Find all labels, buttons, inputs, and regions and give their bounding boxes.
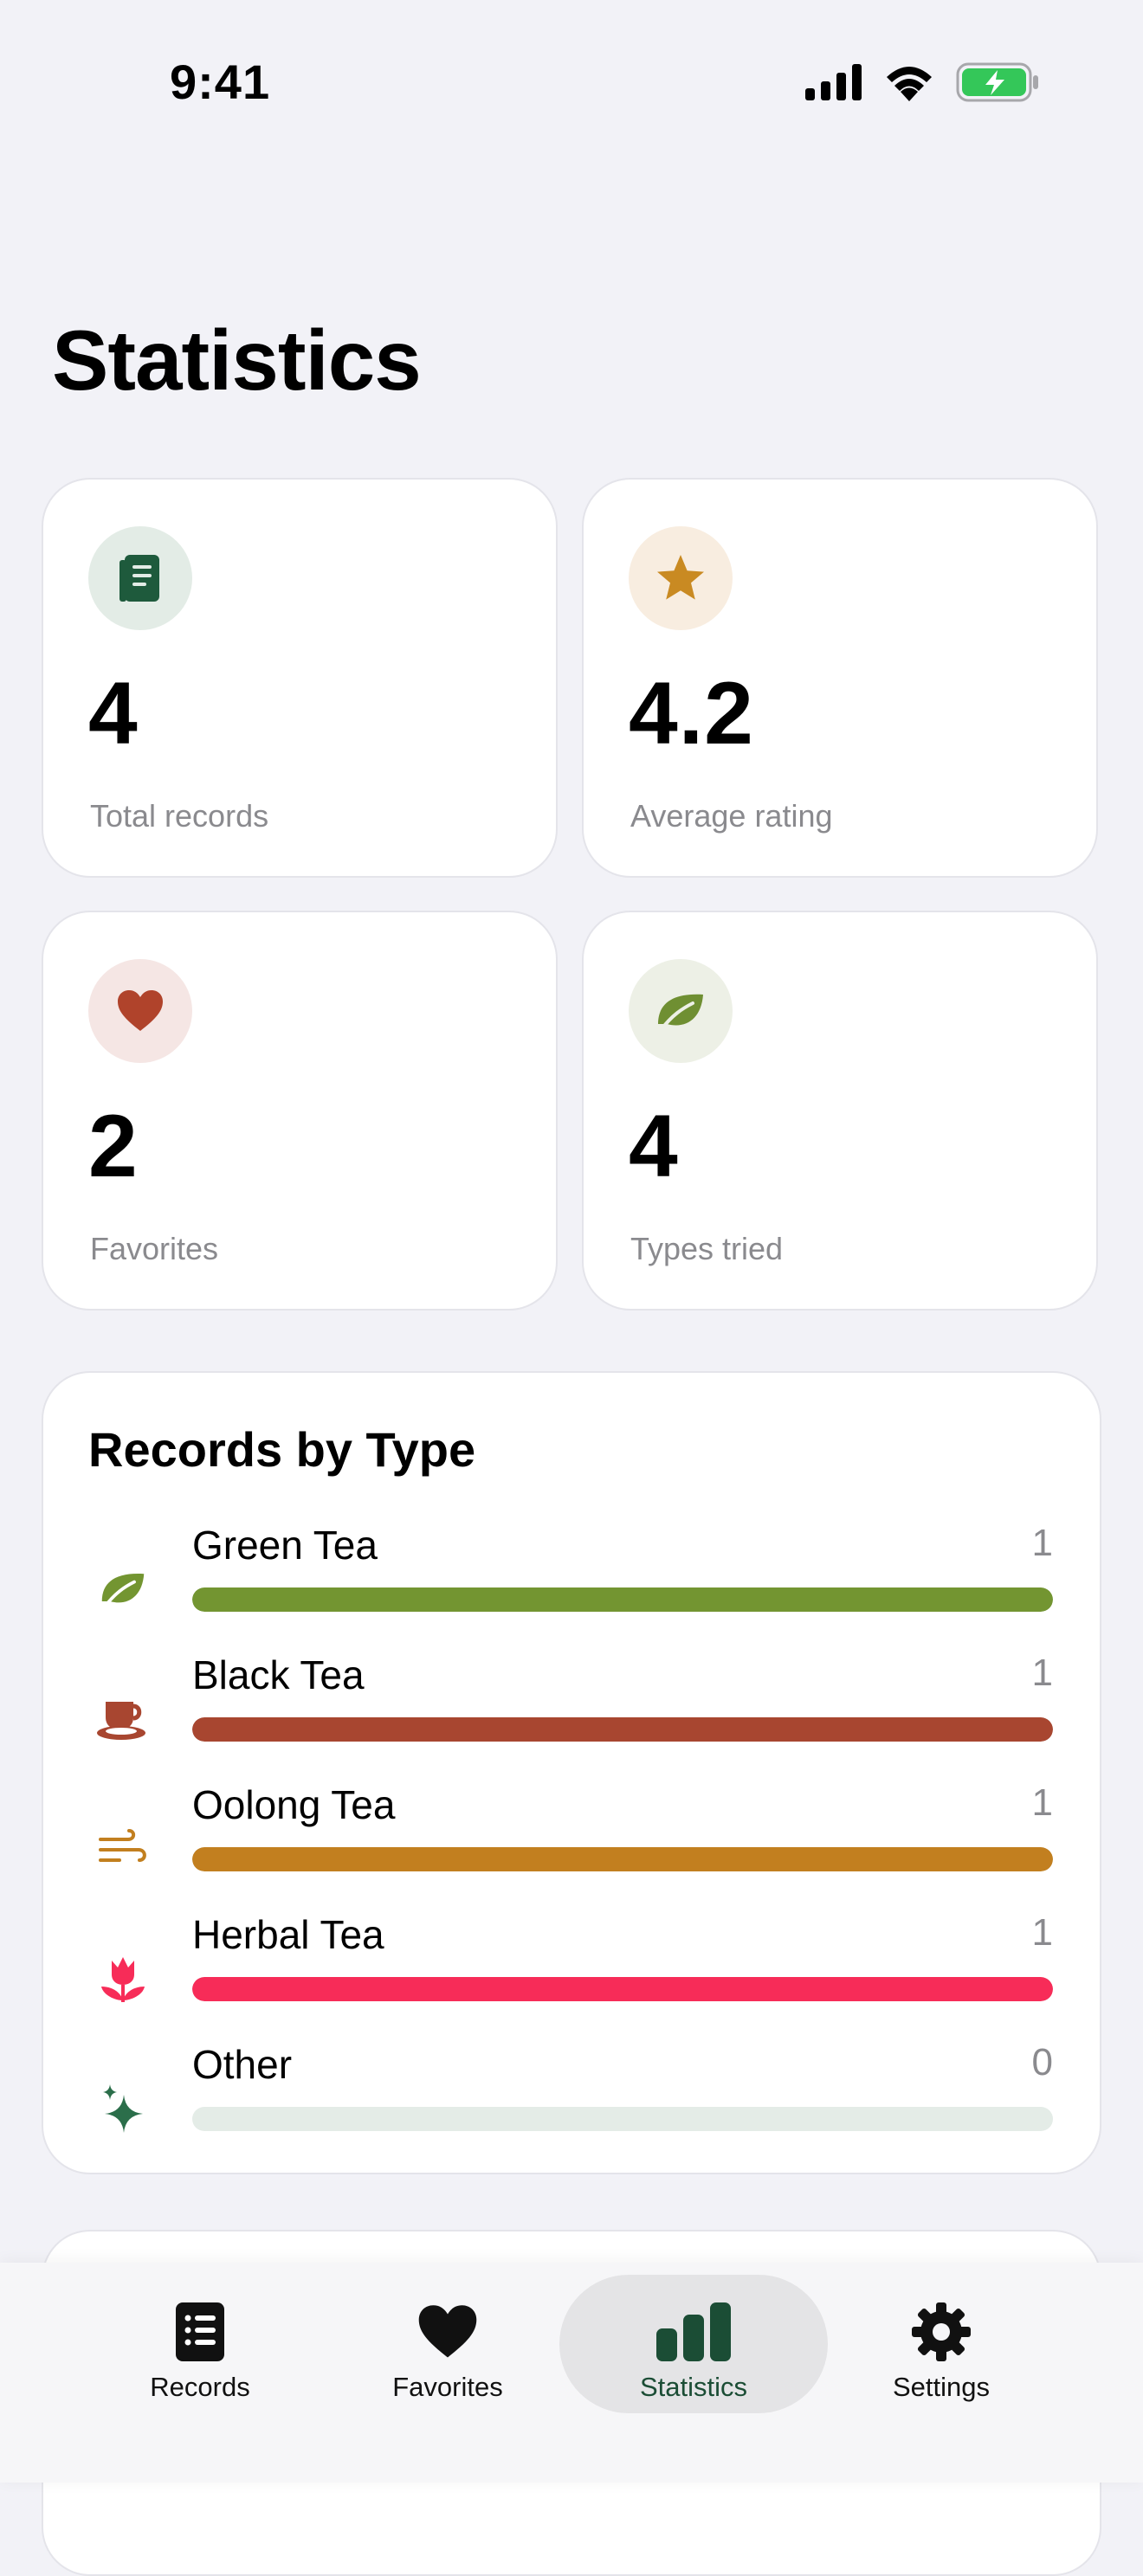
gear-icon [912, 2302, 971, 2361]
type-name: Other [192, 2042, 293, 2087]
stat-icon-badge [88, 959, 192, 1063]
type-progress-track [192, 1587, 1053, 1612]
wifi-icon [887, 67, 932, 101]
stat-label: Average rating [630, 798, 833, 834]
tab-label: Settings [892, 2372, 990, 2402]
stat-label: Favorites [90, 1231, 219, 1266]
book-icon [119, 555, 159, 602]
stat-card-favorites: 2 Favorites [42, 911, 558, 1311]
star-icon [657, 555, 704, 600]
type-count: 1 [1031, 1522, 1053, 1564]
type-progress-track [192, 1717, 1053, 1742]
chart-bars-icon [656, 2302, 731, 2361]
tab-settings[interactable]: Settings [816, 2275, 1067, 2413]
type-count: 0 [1031, 2041, 1053, 2083]
stat-value: 4 [629, 1097, 679, 1195]
stat-value: 2 [88, 1097, 139, 1195]
type-progress-track [192, 2107, 1053, 2131]
type-count: 1 [1031, 1652, 1053, 1694]
tab-label: Statistics [639, 2372, 748, 2402]
stat-card-average-rating: 4.2 Average rating [582, 478, 1098, 878]
tab-label: Favorites [392, 2372, 503, 2402]
type-progress-track [192, 1847, 1053, 1871]
status-icons [805, 62, 1039, 102]
type-row-other: Other 0 [43, 2041, 1100, 2145]
flower-icon [101, 1957, 145, 2002]
cellular-signal-icon [805, 64, 862, 100]
stat-value: 4 [88, 664, 139, 763]
type-count: 1 [1031, 1781, 1053, 1824]
type-progress-fill [192, 1717, 1053, 1742]
wind-icon [99, 1829, 146, 1862]
type-row-oolong-tea: Oolong Tea 1 [43, 1781, 1100, 1885]
stat-icon-badge [88, 526, 192, 630]
type-count: 1 [1031, 1911, 1053, 1954]
type-progress-fill [192, 1847, 1053, 1871]
tab-records[interactable]: Records [74, 2275, 326, 2413]
stat-card-total-records: 4 Total records [42, 478, 558, 878]
type-row-black-tea: Black Tea 1 [43, 1652, 1100, 1755]
records-by-type-title: Records by Type [88, 1422, 476, 1477]
tab-favorites[interactable]: Favorites [322, 2275, 573, 2413]
leaf-icon [101, 1574, 145, 1608]
status-bar: 9:41 [0, 0, 1143, 164]
type-row-green-tea: Green Tea 1 [43, 1522, 1100, 1626]
type-progress-fill [192, 1587, 1053, 1612]
tab-label: Records [150, 2372, 250, 2402]
heart-icon [418, 2305, 477, 2358]
stat-value: 4.2 [629, 664, 754, 763]
leaf-icon [658, 994, 703, 1031]
type-progress-fill [192, 1977, 1053, 2001]
stat-icon-badge [629, 959, 733, 1063]
stat-icon-badge [629, 526, 733, 630]
stat-card-types-tried: 4 Types tried [582, 911, 1098, 1311]
type-name: Black Tea [192, 1652, 365, 1697]
teacup-icon [97, 1702, 145, 1740]
sparkles-icon [103, 2084, 143, 2133]
battery-charging-icon [956, 62, 1038, 102]
tab-bar: Records Favorites Statistics Settings [0, 2263, 1143, 2483]
type-name: Oolong Tea [192, 1782, 396, 1827]
type-row-herbal-tea: Herbal Tea 1 [43, 1911, 1100, 2015]
status-time: 9:41 [170, 55, 271, 109]
stat-label: Total records [90, 798, 269, 834]
type-progress-track [192, 1977, 1053, 2001]
heart-icon [118, 990, 163, 1031]
type-name: Herbal Tea [192, 1912, 384, 1957]
type-name: Green Tea [192, 1523, 378, 1568]
page-title: Statistics [52, 312, 422, 408]
stat-label: Types tried [630, 1231, 784, 1266]
list-icon [176, 2302, 224, 2361]
records-by-type-card: Records by Type Green Tea 1 Black Tea 1 [42, 1371, 1101, 2174]
tab-statistics[interactable]: Statistics [559, 2275, 828, 2413]
